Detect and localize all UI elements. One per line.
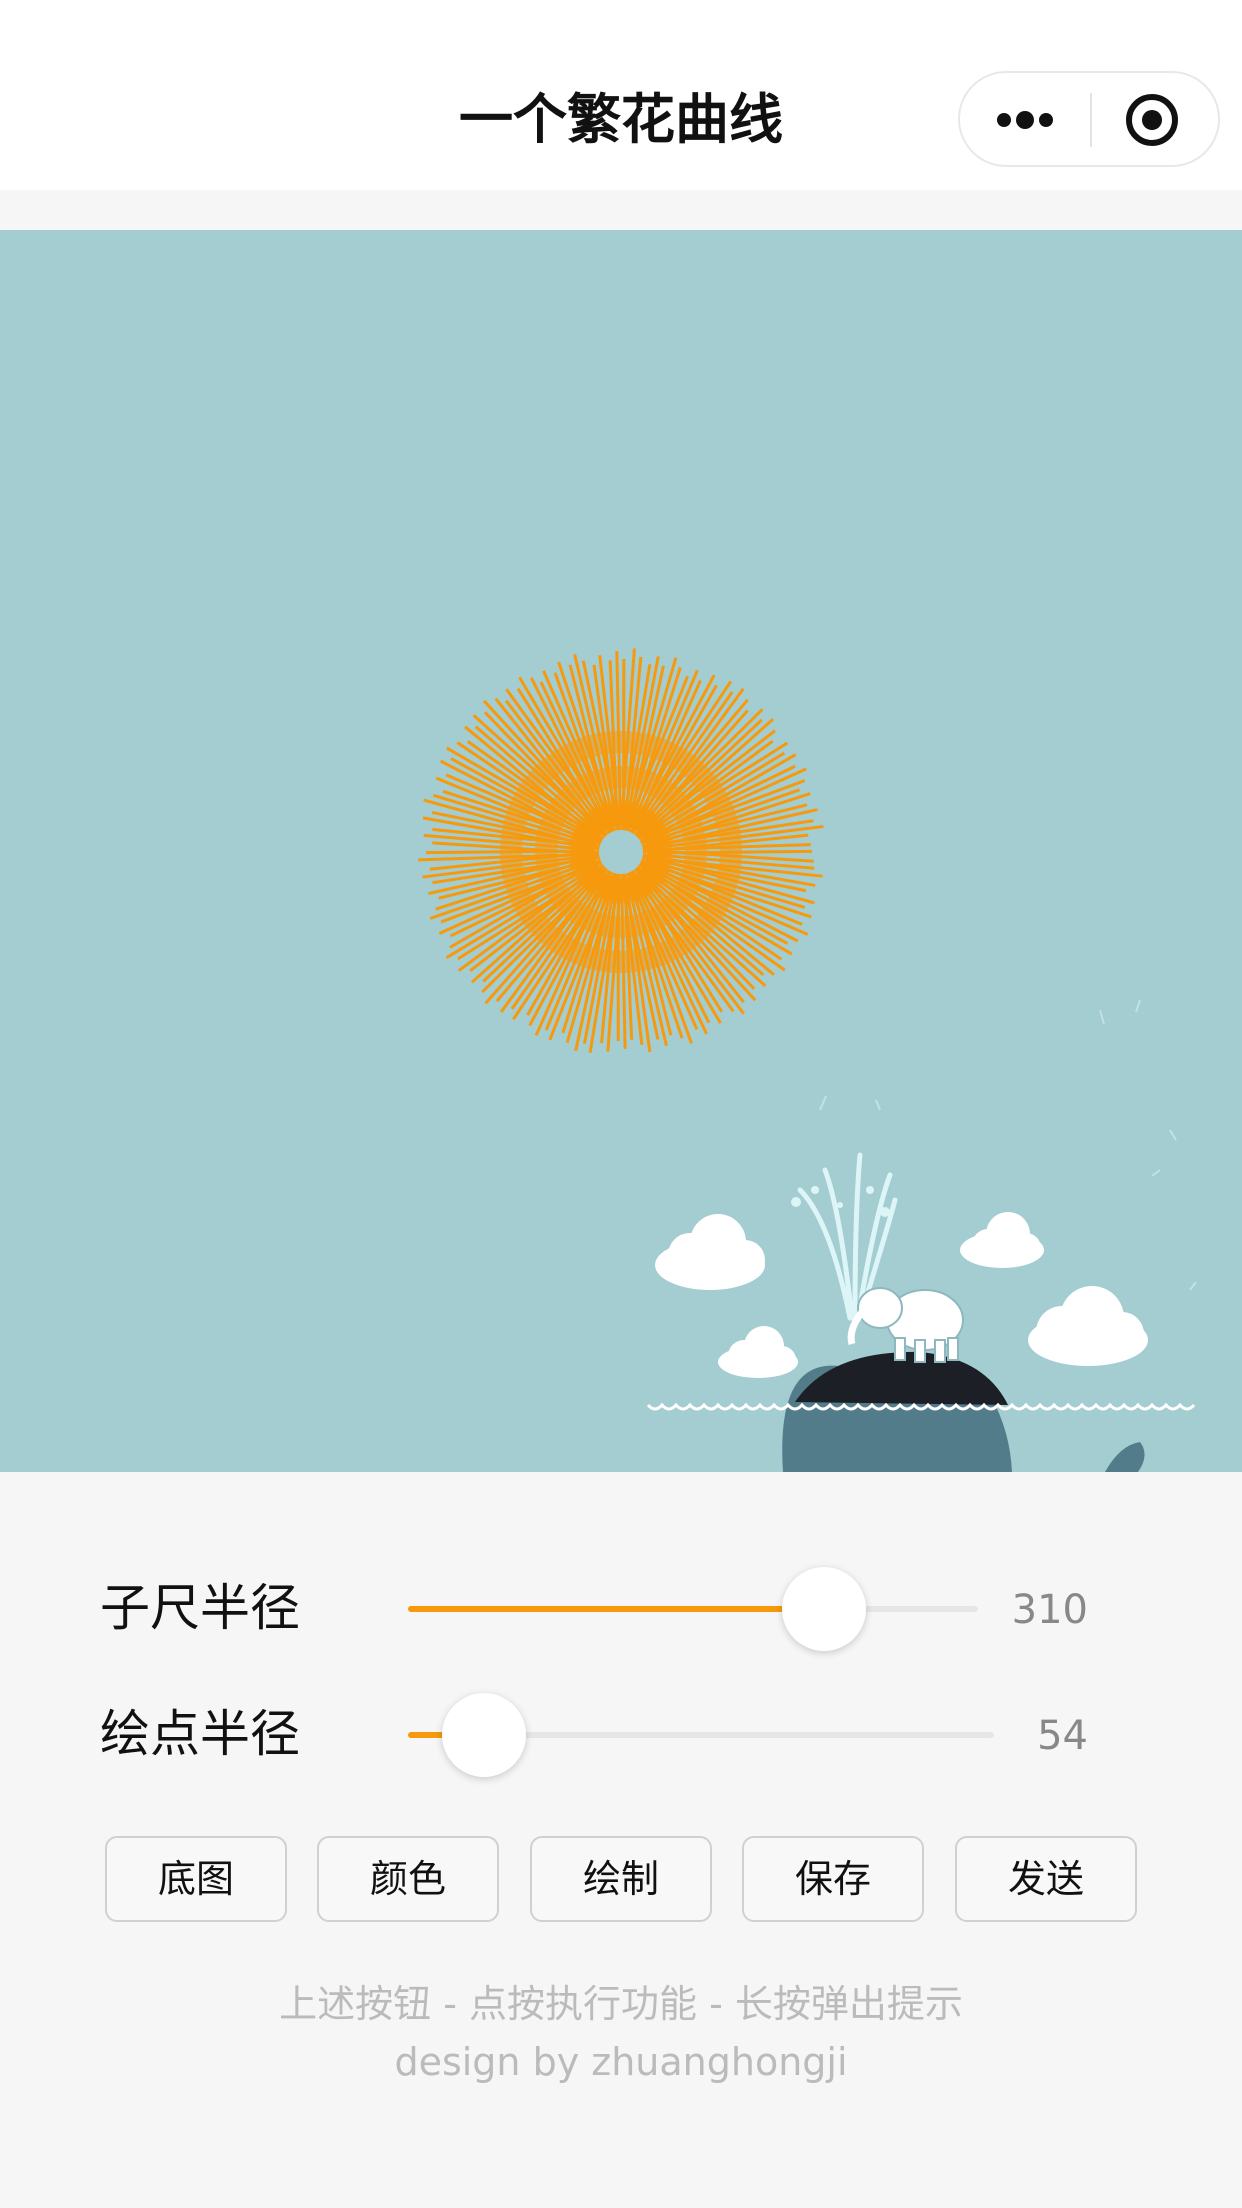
controls-panel: 子尺半径 310 绘点半径 54 底图 颜色 绘制 保存 发送 上述按钮 - 点… <box>0 1472 1242 2208</box>
slider-value: 310 <box>1011 1587 1088 1633</box>
action-buttons: 底图 颜色 绘制 保存 发送 <box>0 1836 1242 1926</box>
draw-button[interactable]: 绘制 <box>530 1836 712 1922</box>
slider-track[interactable] <box>408 1693 994 1777</box>
slider-label: 子尺半径 <box>100 1579 300 1637</box>
spirograph-curve <box>418 648 824 1053</box>
slider-thumb[interactable] <box>442 1693 527 1777</box>
slider-fill <box>408 1606 825 1612</box>
send-button[interactable]: 发送 <box>955 1836 1137 1922</box>
drawing-canvas[interactable] <box>0 230 1242 1472</box>
slider-child-radius: 子尺半径 310 <box>0 1558 1242 1658</box>
mini-program-capsule <box>958 71 1220 167</box>
slider-thumb[interactable] <box>782 1567 867 1651</box>
credit-text: design by zhuanghongji <box>394 2040 848 2084</box>
more-button[interactable] <box>960 73 1090 165</box>
whale-illustration <box>646 999 1197 1472</box>
slider-track[interactable] <box>408 1567 978 1651</box>
slider-point-radius: 绘点半径 54 <box>0 1684 1242 1784</box>
target-circle-icon <box>1126 94 1178 146</box>
color-button[interactable]: 颜色 <box>317 1836 499 1922</box>
close-button[interactable] <box>1092 73 1218 165</box>
navigation-bar: 一个繁花曲线 <box>0 0 1242 190</box>
ellipsis-icon <box>997 111 1053 129</box>
slider-label: 绘点半径 <box>100 1705 300 1763</box>
save-button[interactable]: 保存 <box>742 1836 924 1922</box>
basemap-button[interactable]: 底图 <box>105 1836 287 1922</box>
slider-value: 54 <box>1037 1713 1088 1759</box>
hint-text: 上述按钮 - 点按执行功能 - 长按弹出提示 <box>279 1982 963 2026</box>
